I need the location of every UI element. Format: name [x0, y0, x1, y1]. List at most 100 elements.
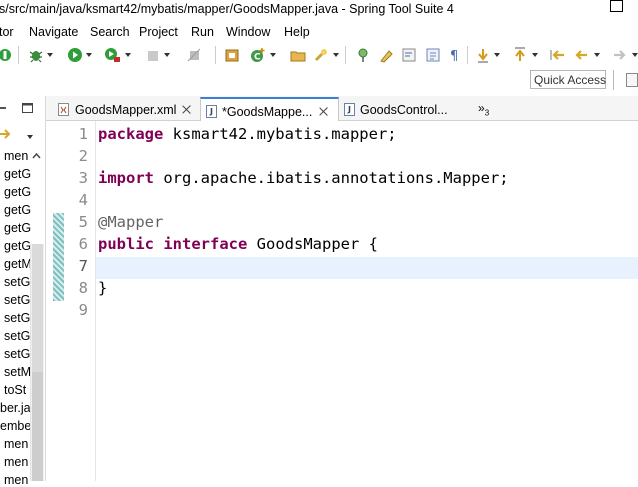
overflow-count: 3 [484, 108, 490, 118]
back-icon[interactable] [573, 47, 589, 63]
boot-dashboard-icon[interactable] [0, 47, 14, 63]
debug-icon[interactable] [28, 47, 44, 63]
close-icon[interactable] [318, 106, 329, 117]
editor-tabs: GoodsMapper.xml J *GoodsMappe... J Goods… [46, 96, 638, 121]
previous-annotation-icon[interactable] [513, 47, 527, 63]
list-item[interactable]: embe [0, 419, 31, 433]
menu-window[interactable]: Window [226, 25, 270, 39]
menu-help[interactable]: Help [284, 25, 310, 39]
list-item[interactable]: getG [4, 167, 31, 181]
list-item[interactable]: getG [4, 185, 31, 199]
menu-editor[interactable]: tor [0, 25, 14, 39]
stop-dropdown-icon[interactable] [164, 47, 172, 63]
list-item[interactable]: getG [4, 221, 31, 235]
panel-header [0, 96, 45, 120]
change-ruler [46, 121, 66, 481]
line-number: 1 [78, 125, 88, 143]
menu-search[interactable]: Search [90, 25, 130, 39]
list-item[interactable]: setM [4, 365, 31, 379]
code-editor[interactable]: 1 package ksmart42.mybatis.mapper; 2 3 impor… [46, 121, 638, 481]
list-item[interactable]: men [4, 473, 28, 487]
debug-dropdown-icon[interactable] [47, 47, 55, 63]
word-wrap-icon[interactable] [401, 47, 417, 63]
disconnect-icon[interactable] [187, 47, 201, 63]
link-with-editor-icon[interactable] [0, 128, 12, 140]
show-whitespace-icon[interactable] [425, 47, 441, 63]
external-tool-dropdown-icon[interactable] [125, 47, 133, 63]
menu-project[interactable]: Project [139, 25, 178, 39]
scrollbar-track[interactable] [32, 244, 43, 372]
svg-text:C: C [254, 53, 261, 63]
search-dropdown-icon[interactable] [333, 47, 341, 63]
change-marker [53, 213, 64, 301]
scrollbar-thumb[interactable] [32, 372, 43, 481]
menu-navigate[interactable]: Navigate [29, 25, 78, 39]
pilcrow-icon[interactable]: ¶ [449, 47, 461, 63]
toggle-block-selection-icon[interactable] [378, 47, 394, 63]
run-icon[interactable] [67, 47, 83, 63]
tab-goodsmapper-java[interactable]: J *GoodsMappe... [200, 97, 339, 121]
list-item[interactable]: men [4, 437, 28, 451]
new-server-icon[interactable] [224, 47, 240, 63]
next-annotation-icon[interactable] [476, 47, 490, 63]
new-dropdown-icon[interactable] [270, 47, 278, 63]
list-item[interactable]: men [4, 149, 28, 163]
list-item[interactable]: ber.ja [0, 401, 31, 415]
tab-goodscontroller-java[interactable]: J GoodsControl... [342, 97, 466, 121]
code-line[interactable]: package ksmart42.mybatis.mapper; [98, 125, 397, 143]
open-type-icon[interactable] [290, 47, 306, 63]
list-item[interactable]: men [4, 455, 28, 469]
stop-icon[interactable] [146, 47, 160, 63]
list-item[interactable]: setG [4, 329, 30, 343]
perspective-separator [613, 70, 614, 90]
list-item[interactable]: setG [4, 293, 30, 307]
next-annotation-dropdown-icon[interactable] [494, 47, 502, 63]
maximize-window-icon[interactable] [610, 0, 623, 12]
outline-panel: men getG getG getG getG getG getM setG s… [0, 96, 46, 487]
tab-goodsmapper-xml[interactable]: GoodsMapper.xml [52, 97, 196, 121]
forward-dropdown-icon[interactable] [632, 47, 638, 63]
last-edit-location-icon[interactable] [550, 47, 566, 63]
scroll-up-arrow-icon[interactable] [30, 148, 43, 164]
minimize-icon[interactable] [0, 102, 8, 112]
back-dropdown-icon[interactable] [594, 47, 602, 63]
search-icon[interactable] [313, 47, 329, 63]
code-line[interactable]: } [98, 279, 107, 297]
code-line[interactable]: import org.apache.ibatis.annotations.Map… [98, 169, 509, 187]
toolbar-separator [18, 46, 19, 64]
list-item[interactable]: getM [4, 257, 32, 271]
code-token: org.apache.ibatis.annotations.Mapper; [154, 169, 509, 187]
new-java-class-icon[interactable]: C [250, 47, 266, 63]
code-line[interactable]: @Mapper [98, 213, 163, 231]
list-item[interactable]: setG [4, 311, 30, 325]
code-token: } [98, 279, 108, 297]
list-item[interactable]: toSt [4, 383, 26, 397]
code-line[interactable]: public interface GoodsMapper { [98, 235, 378, 253]
code-token: ksmart42.mybatis.mapper; [163, 125, 397, 143]
vertical-scrollbar[interactable] [30, 244, 44, 481]
perspective-icon[interactable] [626, 73, 638, 87]
forward-icon[interactable] [612, 47, 628, 63]
list-item[interactable]: setG [4, 347, 30, 361]
line-number: 5 [78, 213, 88, 231]
xml-file-icon [58, 103, 69, 116]
view-menu-icon[interactable] [27, 129, 35, 145]
close-icon[interactable] [181, 104, 192, 115]
toolbar-separator [215, 46, 216, 64]
run-dropdown-icon[interactable] [86, 47, 94, 63]
run-external-tool-icon[interactable] [104, 47, 122, 63]
svg-text:¶: ¶ [450, 49, 458, 63]
list-item[interactable]: setG [4, 275, 30, 289]
maximize-icon[interactable] [22, 103, 34, 114]
line-number: 2 [78, 147, 88, 165]
tabs-overflow-button[interactable]: »3 [478, 101, 489, 117]
menu-run[interactable]: Run [191, 25, 214, 39]
list-item[interactable]: getG [4, 239, 31, 253]
list-item[interactable]: getG [4, 203, 31, 217]
java-file-icon: J [206, 105, 217, 118]
quick-access-input[interactable]: Quick Access [530, 70, 606, 89]
toggle-mark-occurrences-icon[interactable] [355, 47, 371, 63]
code-token: GoodsMapper { [247, 235, 378, 253]
previous-annotation-dropdown-icon[interactable] [532, 47, 540, 63]
